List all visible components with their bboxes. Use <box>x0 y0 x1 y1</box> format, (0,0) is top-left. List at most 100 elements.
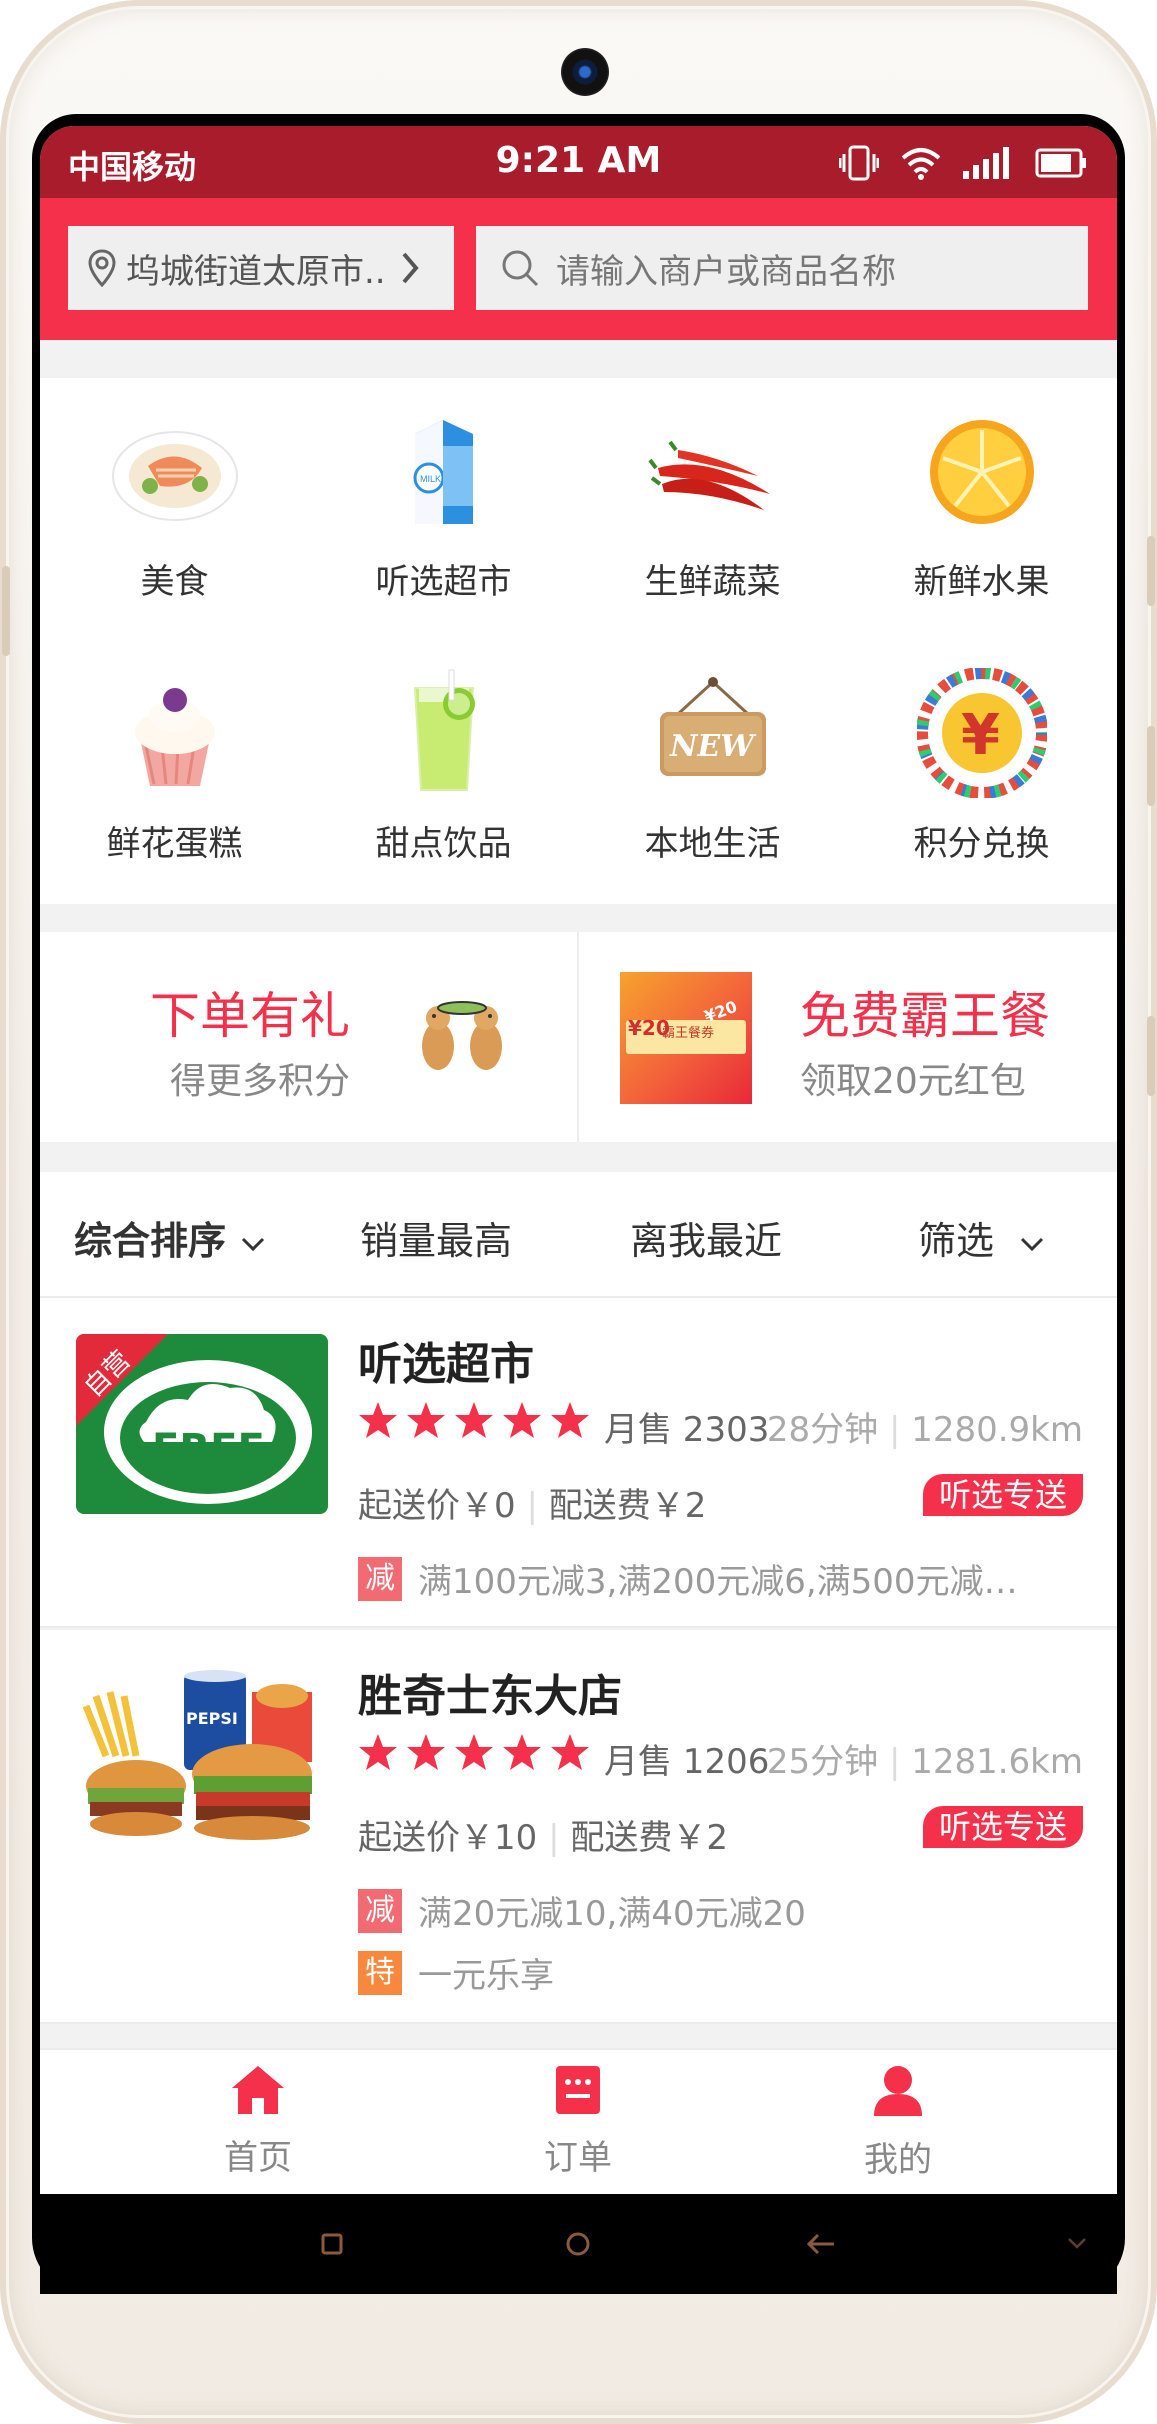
nav-orders[interactable]: 订单 <box>478 2064 678 2179</box>
burger-combo-icon: PEPSI <box>82 1670 312 1840</box>
sort-bar: 综合排序 销量最高 离我最近 筛选 <box>40 1172 1117 1298</box>
delivery-tag: 听选专送 <box>922 1474 1083 1516</box>
battery-icon <box>1035 148 1086 178</box>
front-camera <box>561 48 609 96</box>
delivery-fee: 配送费￥2 <box>548 1486 707 1526</box>
svg-text:NEW: NEW <box>669 729 757 764</box>
chevron-down-icon <box>242 1237 265 1252</box>
logo-text: FREE <box>152 1426 265 1472</box>
delivery-eta: 28分钟 | 1280.9km <box>767 1402 1083 1451</box>
chili-pepper-icon <box>648 440 770 510</box>
svg-text:¥: ¥ <box>961 703 1000 768</box>
min-order: 起送价￥10 <box>358 1818 538 1858</box>
store-card[interactable]: PEPSI 胜奇士东大店 月售 1206 25分钟 | 1281.6km 起送价… <box>40 1630 1117 2024</box>
promo-title: 下单有礼 <box>150 987 350 1045</box>
recents-icon[interactable] <box>320 2232 344 2256</box>
store-logo: FREE 自营 <box>76 1334 328 1514</box>
promo-subtitle: 得更多积分 <box>170 1061 351 1102</box>
discount-line: 减 满100元减3,满200元减6,满500元减… <box>358 1554 1018 1603</box>
promo-title: 免费霸王餐 <box>800 987 1050 1045</box>
collapse-chevron-icon[interactable] <box>1066 2236 1088 2250</box>
category-grid: 美食 MILK 听选超市 生鲜蔬菜 新鲜水果 鲜花蛋糕 甜点饮品 NEW 本地生… <box>40 378 1117 904</box>
monthly-sales: 月售 2303 <box>604 1410 770 1450</box>
separator: | <box>888 1742 901 1782</box>
system-nav-bar <box>40 2194 1117 2294</box>
nav-profile[interactable]: 我的 <box>798 2064 998 2181</box>
nav-label: 我的 <box>864 2140 932 2180</box>
eta-time: 28分钟 <box>766 1410 879 1450</box>
store-card[interactable]: FREE 自营 听选超市 月售 2303 28分钟 | 1280.9km 起送价… <box>40 1298 1117 1628</box>
separator: | <box>888 1410 901 1450</box>
search-header: 坞城街道太原市.. 请输入商户或商品名称 <box>40 198 1117 340</box>
discount-text: 满100元减3,满200元减6,满500元减… <box>418 1562 1018 1602</box>
category-local-life[interactable]: NEW 本地生活 <box>578 640 847 890</box>
new-sign-icon: NEW <box>660 677 766 776</box>
category-fruit[interactable]: 新鲜水果 <box>847 378 1116 628</box>
star-icon <box>551 1402 589 1438</box>
discount-line: 减 满20元减10,满40元减20 <box>358 1886 1018 1935</box>
sort-default[interactable]: 综合排序 <box>74 1210 267 1265</box>
nav-label: 首页 <box>224 2138 292 2178</box>
chevron-right-icon <box>402 252 419 284</box>
distance: 1281.6km <box>911 1742 1083 1782</box>
search-icon <box>502 250 539 287</box>
category-cake[interactable]: 鲜花蛋糕 <box>40 640 309 890</box>
category-label: 积分兑换 <box>913 824 1050 864</box>
discount-badge: 减 <box>358 1556 402 1601</box>
category-vegetables[interactable]: 生鲜蔬菜 <box>578 378 847 628</box>
promo-order-gift[interactable]: 下单有礼 得更多积分 <box>40 932 576 1142</box>
chevron-down-icon <box>1021 1237 1044 1252</box>
category-label: 本地生活 <box>644 824 781 864</box>
category-label: 生鲜蔬菜 <box>644 562 781 602</box>
star-icon <box>359 1402 397 1438</box>
sort-sales[interactable]: 销量最高 <box>360 1210 512 1265</box>
category-label: 甜点饮品 <box>375 824 512 864</box>
food-plate-icon <box>112 431 238 521</box>
category-label: 新鲜水果 <box>913 562 1050 602</box>
voucher-text: 霸王餐券 <box>662 1026 715 1041</box>
discount-text: 满20元减10,满40元减20 <box>418 1894 806 1934</box>
mascot-icon <box>422 1001 502 1070</box>
category-food[interactable]: 美食 <box>40 378 309 628</box>
category-drinks[interactable]: 甜点饮品 <box>309 640 578 890</box>
promo-banners: 下单有礼 得更多积分 ¥20 霸王餐券 ¥20 免费霸王餐 领取20元红包 <box>40 932 1117 1142</box>
back-arrow-icon[interactable] <box>806 2232 836 2256</box>
price-info: 起送价￥0 | 配送费￥2 <box>358 1478 706 1527</box>
orange-icon <box>930 420 1034 524</box>
side-button <box>1147 536 1155 606</box>
home-circle-icon[interactable] <box>564 2230 592 2258</box>
side-button <box>1147 726 1155 806</box>
special-badge: 特 <box>358 1950 402 1995</box>
store-name: 听选超市 <box>358 1339 534 1390</box>
delivery-tag: 听选专送 <box>922 1806 1083 1848</box>
voucher-image: ¥20 霸王餐券 ¥20 <box>620 972 752 1104</box>
category-points[interactable]: ¥ 积分兑换 <box>847 640 1116 890</box>
nav-label: 订单 <box>544 2138 612 2178</box>
delivery-eta: 25分钟 | 1281.6km <box>767 1734 1083 1783</box>
nav-home[interactable]: 首页 <box>158 2064 358 2179</box>
sort-filter[interactable]: 筛选 <box>918 1210 1046 1265</box>
signal-icon <box>963 147 1009 179</box>
eta-time: 25分钟 <box>766 1742 879 1782</box>
order-icon <box>556 2066 600 2114</box>
category-label: 美食 <box>140 562 209 602</box>
star-icon <box>503 1734 541 1770</box>
sort-distance[interactable]: 离我最近 <box>630 1210 782 1265</box>
star-icon <box>359 1734 397 1770</box>
separator: | <box>526 1486 538 1526</box>
status-bar: 中国移动 9:21 AM <box>40 126 1117 198</box>
promo-free-meal[interactable]: ¥20 霸王餐券 ¥20 免费霸王餐 领取20元红包 <box>579 932 1117 1142</box>
profile-icon <box>874 2066 922 2116</box>
logo-text: PEPSI <box>186 1709 238 1728</box>
monthly-sales: 月售 1206 <box>604 1742 770 1782</box>
star-icon <box>551 1734 589 1770</box>
status-icons <box>839 144 1087 182</box>
search-input[interactable]: 请输入商户或商品名称 <box>476 226 1088 310</box>
store-logo: PEPSI <box>76 1666 328 1846</box>
star-icon <box>407 1734 445 1770</box>
price-info: 起送价￥10 | 配送费￥2 <box>358 1810 728 1859</box>
min-order: 起送价￥0 <box>358 1486 516 1526</box>
location-selector[interactable]: 坞城街道太原市.. <box>68 226 454 310</box>
promo-subtitle: 领取20元红包 <box>800 1061 1026 1102</box>
category-supermarket[interactable]: MILK 听选超市 <box>309 378 578 628</box>
